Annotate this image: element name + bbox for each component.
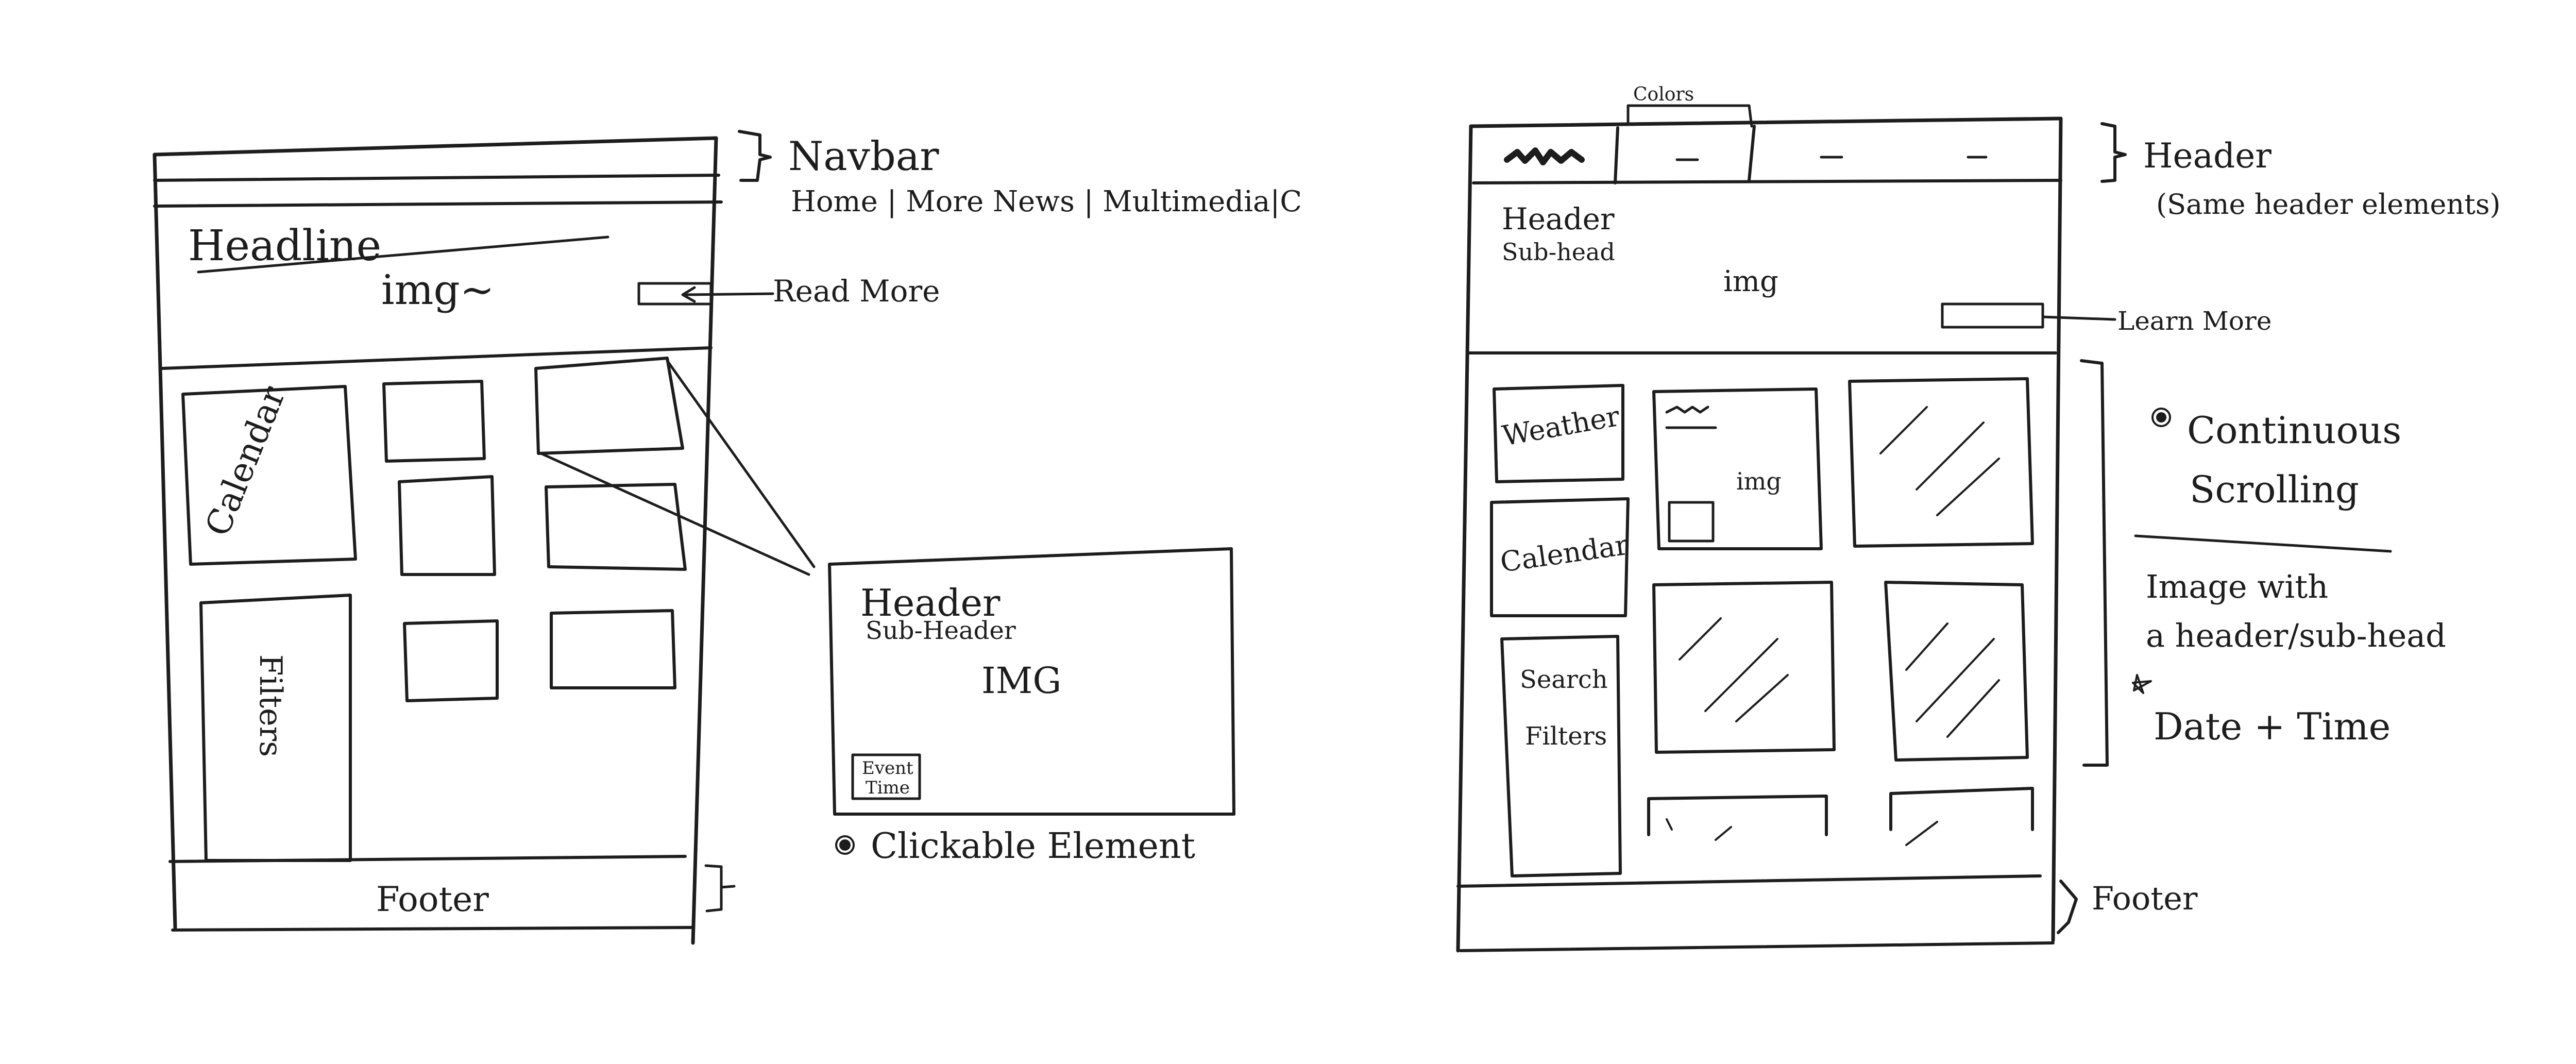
headline-text: Headline (188, 222, 381, 271)
sketch-stroke (1675, 156, 1988, 161)
event-time-line2: Time (866, 778, 910, 798)
clickable-note: Clickable Element (871, 826, 1195, 867)
bullet-icon (839, 839, 851, 851)
sketch-stroke (2041, 315, 2116, 321)
sketch-stroke (2100, 122, 2127, 183)
sketch-stroke (161, 346, 713, 370)
notes: Continuous Scrolling Image with a header… (2132, 408, 2446, 748)
search-line2: Filters (1525, 722, 1607, 751)
hero-img-text: img (1723, 265, 1778, 298)
navbar-label: Navbar (788, 133, 939, 180)
footer-label: Footer (376, 880, 489, 919)
hero-sub-head: Sub-head (1502, 238, 1615, 266)
sidebar-calendar-label: Calendar (1498, 529, 1631, 579)
sketch-stroke (1668, 501, 1715, 543)
sketch-stroke (666, 359, 816, 568)
sketch-stroke (1647, 795, 1828, 836)
right-sketch: Colors Header (Same header elements) Hea… (1456, 84, 2501, 953)
sketch-stroke (152, 136, 718, 157)
sketch-stroke (1459, 941, 2055, 952)
sketch-stroke (1472, 179, 2062, 184)
sketch-stroke (1679, 617, 1789, 722)
event-card: Header Sub-Header IMG Event Time (828, 547, 1235, 816)
sketch-stroke (828, 563, 836, 816)
sketch-stroke (153, 174, 720, 182)
hatched-tiles (1647, 377, 2034, 846)
sketch-stroke (545, 483, 687, 571)
sketch-stroke (1666, 818, 1732, 841)
left-sketch: Navbar Home | More News | Multimedia|C H… (152, 130, 1302, 945)
navbar-bracket (738, 130, 772, 182)
feature-img-text: img (1736, 467, 1782, 495)
sketch-stroke (1665, 406, 1717, 429)
sketch-stroke (1889, 787, 2034, 831)
sketch-stroke (152, 153, 177, 930)
sketch-stroke (691, 136, 718, 945)
sketch-stroke (1848, 377, 2034, 548)
learn-more-box (1941, 302, 2044, 329)
card-sub-header: Sub-Header (866, 616, 1016, 645)
sketch-stroke (2057, 880, 2078, 934)
sketch-stroke (403, 619, 499, 702)
filters-label: Filters (252, 654, 289, 757)
star-icon (2132, 674, 2152, 694)
header-note: (Same header elements) (2156, 188, 2501, 221)
card-img-text: IMG (981, 660, 1061, 702)
sketch-stroke (2051, 116, 2063, 942)
sketch-stroke (1879, 406, 2000, 516)
sketch-stroke (2080, 359, 2109, 767)
sketch-stroke (153, 200, 723, 208)
learn-more-label: Learn More (2117, 306, 2272, 336)
sketch-stroke (539, 452, 810, 576)
sketch-stroke (1469, 116, 2063, 128)
sketch-stroke (1456, 124, 1473, 953)
sketch-stroke (1230, 547, 1235, 816)
sketch-stroke (704, 864, 736, 913)
sketch-stroke (550, 609, 676, 689)
read-more-label: Read More (773, 274, 940, 309)
hero-header: Header (1502, 201, 1615, 237)
weather-label: Weather (1500, 400, 1622, 452)
sketch-stroke (2134, 534, 2392, 553)
sketch-stroke (398, 475, 496, 576)
note-line1: Continuous (2187, 409, 2401, 452)
sketch-stroke (1456, 874, 2042, 888)
sketch-stroke (1905, 821, 1938, 846)
logo-scribble (1504, 147, 1585, 165)
header-label: Header (2143, 136, 2272, 176)
note-line5: Date + Time (2154, 705, 2391, 748)
event-time-line1: Event (862, 758, 913, 779)
bullet-icon (2156, 412, 2166, 423)
sketch-stroke (1884, 581, 2029, 762)
sketch-stroke (171, 926, 694, 932)
sketch-stroke (1652, 581, 1836, 754)
note-line2: Scrolling (2190, 468, 2359, 511)
footer-label-right: Footer (2092, 880, 2198, 917)
highlight-tile (534, 357, 684, 455)
navbar-items: Home | More News | Multimedia|C (791, 185, 1302, 218)
wireframe-sketches: Navbar Home | More News | Multimedia|C H… (0, 0, 2576, 1061)
sketch-stroke (1614, 125, 1756, 184)
note-line3: Image with (2146, 568, 2328, 605)
note-line4: a header/sub-head (2146, 617, 2446, 654)
colors-label: Colors (1633, 84, 1694, 105)
sketch-stroke (828, 547, 1233, 566)
hero-img-text: img~ (381, 266, 495, 314)
sketch-stroke (382, 380, 486, 463)
search-line1: Search (1520, 665, 1608, 694)
calendar-label: Calendar (197, 380, 293, 542)
sketch-stroke (1905, 622, 2000, 738)
sketch-stroke (684, 292, 774, 296)
